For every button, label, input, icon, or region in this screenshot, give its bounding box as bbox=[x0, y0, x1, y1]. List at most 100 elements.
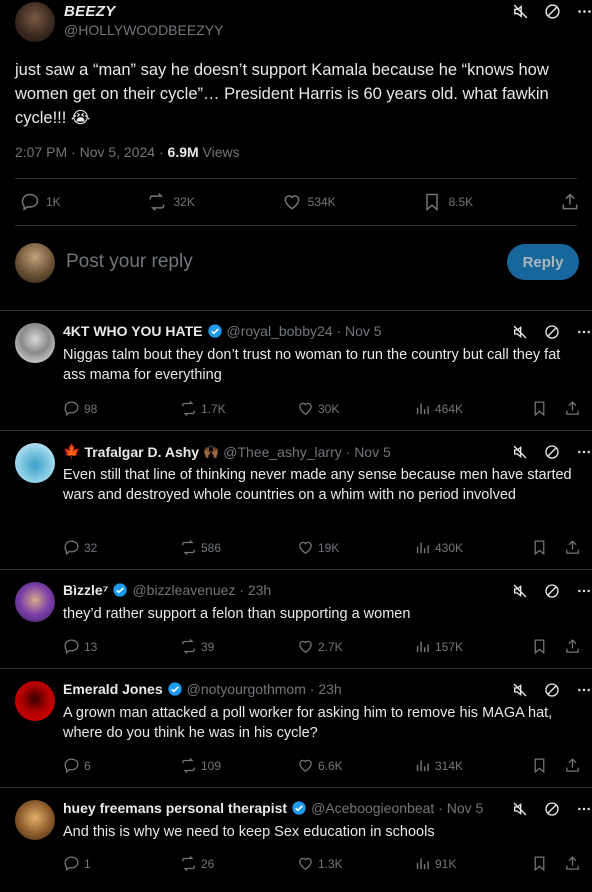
reply-extra-actions bbox=[531, 855, 581, 872]
reply-handle[interactable]: @bizzleavenuez · 23h bbox=[132, 582, 271, 598]
more-icon[interactable] bbox=[575, 443, 592, 461]
reply-avatar[interactable] bbox=[15, 323, 55, 363]
reply-item[interactable]: 🍁 Trafalgar D. Ashy 🙌🏾 @Thee_ashy_larry … bbox=[0, 443, 592, 568]
repost-action[interactable]: 586 bbox=[180, 539, 248, 556]
reply-handle[interactable]: @notyourgothmom · 23h bbox=[187, 681, 342, 697]
share-icon[interactable] bbox=[564, 638, 581, 655]
author-name[interactable]: BEEZY bbox=[64, 3, 116, 20]
analytics-icon bbox=[416, 542, 429, 554]
reply-action[interactable]: 6 bbox=[63, 757, 131, 774]
reply-handle[interactable]: @Aceboogieonbeat · Nov 5 bbox=[311, 800, 483, 816]
verified-badge-icon bbox=[112, 582, 128, 598]
reply-top-actions bbox=[511, 443, 592, 461]
reply-input[interactable]: Post your reply bbox=[66, 251, 193, 273]
reply-author-name[interactable]: Emerald Jones bbox=[63, 681, 163, 697]
share-icon[interactable] bbox=[564, 855, 581, 872]
mute-icon[interactable] bbox=[511, 681, 529, 699]
reply-author-name[interactable]: 4KT WHO YOU HATE bbox=[63, 323, 203, 339]
reply-avatar[interactable] bbox=[15, 681, 55, 721]
repost-action[interactable]: 32K bbox=[147, 192, 195, 212]
like-action[interactable]: 534K bbox=[282, 192, 336, 212]
bookmark-action[interactable]: 8.5K bbox=[422, 192, 473, 212]
repost-action[interactable]: 39 bbox=[180, 638, 248, 655]
repost-action[interactable]: 26 bbox=[180, 855, 248, 872]
reply-item[interactable]: huey freemans personal therapist @Aceboo… bbox=[0, 800, 592, 885]
reply-author-name[interactable]: Bìzzle⁷ bbox=[63, 582, 108, 598]
bookmark-icon[interactable] bbox=[531, 855, 548, 872]
share-icon[interactable] bbox=[564, 400, 581, 417]
reply-avatar[interactable] bbox=[15, 582, 55, 622]
mute-icon[interactable] bbox=[511, 800, 529, 818]
reply-action[interactable]: 1 bbox=[63, 855, 131, 872]
reply-item[interactable]: 4KT WHO YOU HATE @royal_bobby24 · Nov 5 … bbox=[0, 323, 592, 428]
analytics-icon bbox=[416, 858, 429, 870]
views-action[interactable]: 91K bbox=[414, 855, 482, 872]
reply-handle[interactable]: @royal_bobby24 · Nov 5 bbox=[227, 323, 382, 339]
author-handle[interactable]: @HOLLYWOODBEEZYY bbox=[64, 22, 223, 38]
share-icon[interactable] bbox=[564, 539, 581, 556]
reply-avatar[interactable] bbox=[15, 443, 55, 483]
more-icon[interactable] bbox=[575, 681, 592, 699]
views-action[interactable]: 464K bbox=[414, 400, 482, 417]
divider bbox=[15, 178, 577, 179]
reply-action[interactable]: 13 bbox=[63, 638, 131, 655]
like-action[interactable]: 6.6K bbox=[297, 757, 365, 774]
reply-handle[interactable]: @Thee_ashy_larry · Nov 5 bbox=[223, 444, 391, 460]
block-icon[interactable] bbox=[543, 681, 561, 699]
author-avatar[interactable] bbox=[15, 2, 55, 42]
like-action[interactable]: 30K bbox=[297, 400, 365, 417]
post-action-bar: 1K 32K 534K 8.5K bbox=[20, 192, 580, 212]
more-icon[interactable] bbox=[575, 582, 592, 600]
block-icon[interactable] bbox=[543, 323, 561, 341]
repost-action[interactable]: 109 bbox=[180, 757, 248, 774]
block-icon[interactable] bbox=[543, 2, 561, 20]
reply-avatar[interactable] bbox=[15, 800, 55, 840]
hands-emoji-icon: 🙌🏾 bbox=[203, 443, 220, 459]
block-icon[interactable] bbox=[543, 443, 561, 461]
verified-badge-icon bbox=[167, 681, 183, 697]
bookmark-icon[interactable] bbox=[531, 757, 548, 774]
reply-action[interactable]: 98 bbox=[63, 400, 131, 417]
reply-author-name[interactable]: Trafalgar D. Ashy bbox=[84, 444, 199, 460]
reply-action[interactable]: 32 bbox=[63, 539, 131, 556]
reply-top-actions bbox=[511, 800, 592, 818]
like-action[interactable]: 1.3K bbox=[297, 855, 365, 872]
views-action[interactable]: 314K bbox=[414, 757, 482, 774]
analytics-icon bbox=[416, 403, 429, 415]
more-icon[interactable] bbox=[575, 800, 592, 818]
reply-item[interactable]: Emerald Jones @notyourgothmom · 23h A gr… bbox=[0, 681, 592, 786]
reply-button[interactable]: Reply bbox=[507, 244, 579, 280]
share-icon bbox=[562, 193, 578, 210]
mute-icon[interactable] bbox=[511, 323, 529, 341]
bookmark-icon[interactable] bbox=[531, 638, 548, 655]
more-icon[interactable] bbox=[575, 2, 592, 20]
block-icon[interactable] bbox=[543, 582, 561, 600]
divider bbox=[0, 787, 592, 788]
reply-item[interactable]: Bìzzle⁷ @bizzleavenuez · 23h they’d rath… bbox=[0, 582, 592, 667]
like-action[interactable]: 2.7K bbox=[297, 638, 365, 655]
reply-text: they’d rather support a felon than suppo… bbox=[63, 606, 411, 622]
user-avatar[interactable] bbox=[15, 243, 55, 283]
reply-action-bar: 13 39 2.7K 157K bbox=[63, 638, 581, 655]
reply-action[interactable]: 1K bbox=[20, 192, 61, 212]
bookmark-icon[interactable] bbox=[531, 400, 548, 417]
reply-author-name[interactable]: huey freemans personal therapist bbox=[63, 800, 287, 816]
like-action[interactable]: 19K bbox=[297, 539, 365, 556]
share-icon[interactable] bbox=[564, 757, 581, 774]
reply-icon bbox=[21, 193, 39, 212]
maple-leaf-icon: 🍁 bbox=[63, 443, 81, 459]
mute-icon[interactable] bbox=[511, 443, 529, 461]
heart-icon bbox=[299, 541, 312, 554]
mute-icon[interactable] bbox=[511, 2, 529, 20]
mute-icon[interactable] bbox=[511, 582, 529, 600]
bookmark-icon[interactable] bbox=[531, 539, 548, 556]
reply-icon bbox=[64, 401, 79, 417]
block-icon[interactable] bbox=[543, 800, 561, 818]
views-action[interactable]: 430K bbox=[414, 539, 482, 556]
reply-header: Bìzzle⁷ @bizzleavenuez · 23h bbox=[63, 582, 271, 598]
more-icon[interactable] bbox=[575, 323, 592, 341]
post-time[interactable]: 2:07 PM · Nov 5, 2024 · bbox=[15, 144, 168, 160]
share-action[interactable] bbox=[560, 192, 580, 212]
repost-action[interactable]: 1.7K bbox=[180, 400, 248, 417]
views-action[interactable]: 157K bbox=[414, 638, 482, 655]
